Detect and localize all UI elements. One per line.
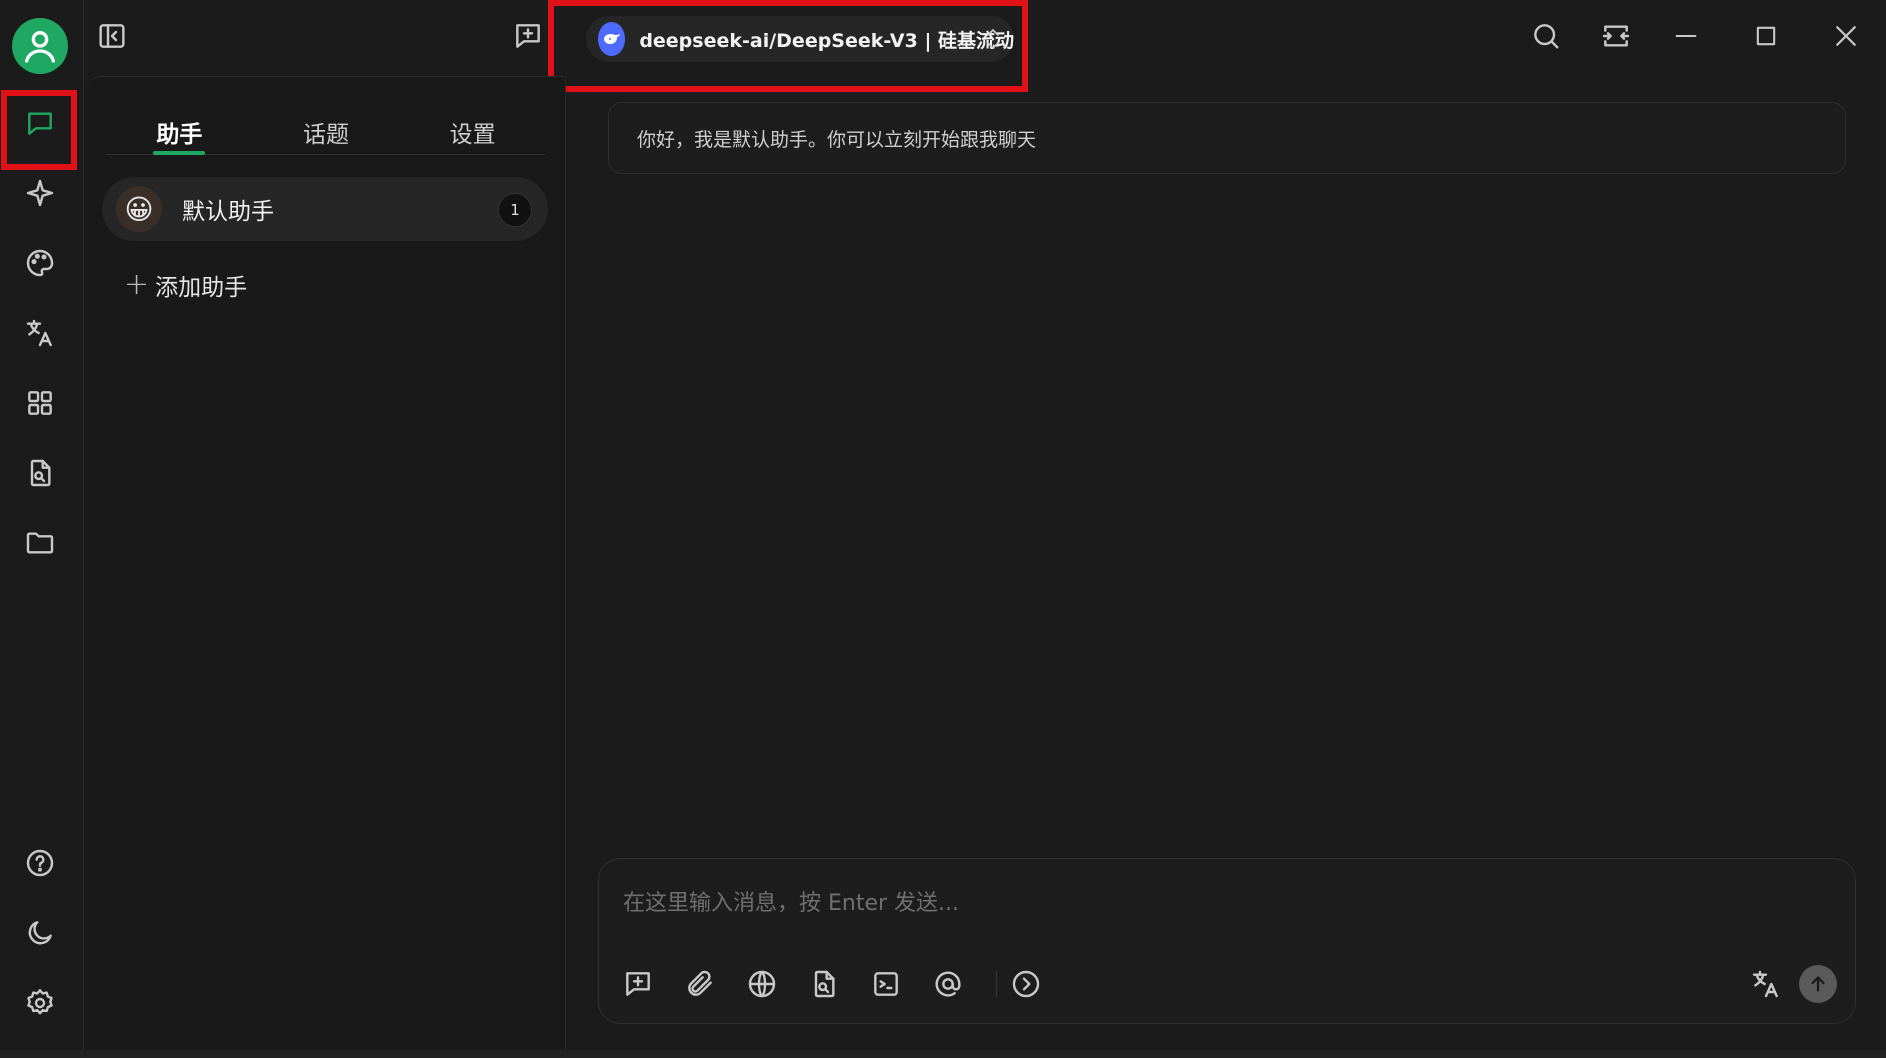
tool-new-topic[interactable]: [621, 967, 655, 1001]
rail-apps[interactable]: [19, 382, 61, 424]
send-button[interactable]: [1799, 965, 1837, 1003]
welcome-message: 你好，我是默认助手。你可以立刻开始跟我聊天: [608, 102, 1846, 174]
translate-icon: [26, 319, 52, 347]
toolbar-divider: [996, 971, 997, 997]
globe-icon: [748, 970, 776, 998]
folder-icon: [26, 532, 54, 554]
icon-rail: [0, 0, 84, 1058]
minimize-button[interactable]: [1668, 18, 1704, 54]
palette-icon: [26, 249, 54, 277]
fit-width-icon: [1602, 25, 1630, 47]
tool-prompt[interactable]: [869, 967, 903, 1001]
moon-icon: [28, 921, 52, 945]
rail-agents[interactable]: [19, 172, 61, 214]
tool-web-search[interactable]: [745, 967, 779, 1001]
at-icon: [935, 971, 961, 997]
panel-tabs: 助手 话题 设置: [106, 95, 546, 155]
paperclip-icon: [688, 970, 712, 996]
rail-settings[interactable]: [19, 982, 61, 1024]
apps-grid-icon: [28, 391, 52, 415]
help-icon: [26, 849, 54, 877]
chevron-up-down-icon: [987, 29, 999, 49]
sidebar-toggle-icon: [99, 24, 125, 48]
tool-translate[interactable]: [1749, 967, 1783, 1001]
tool-expand[interactable]: [1009, 967, 1043, 1001]
minimize-icon: [1675, 34, 1697, 38]
close-icon: [1836, 26, 1856, 46]
rail-files[interactable]: [19, 522, 61, 564]
assistant-topic-count: 1: [498, 193, 532, 227]
search-icon: [1534, 24, 1559, 49]
assistant-panel: 助手 话题 设置 😀 默认助手 1 + 添加助手: [84, 76, 566, 1058]
fit-width-button[interactable]: [1598, 18, 1634, 54]
close-button[interactable]: [1828, 18, 1864, 54]
new-topic-button[interactable]: [512, 20, 544, 52]
file-search-icon: [814, 970, 835, 998]
chevron-right-circle-icon: [1012, 970, 1040, 998]
message-composer: [598, 858, 1856, 1024]
assistant-avatar: 😀: [116, 186, 162, 232]
model-name: deepseek-ai/DeepSeek-V3 | 硅基流动: [639, 29, 1014, 52]
search-button[interactable]: [1528, 18, 1564, 54]
add-assistant-label: 添加助手: [155, 274, 248, 301]
tool-attach[interactable]: [683, 967, 717, 1001]
arrow-up-icon: [1811, 976, 1825, 992]
add-assistant-button[interactable]: + 添加助手: [124, 267, 247, 302]
rail-chat[interactable]: [19, 102, 61, 144]
chat-icon: [28, 112, 52, 135]
message-input[interactable]: [623, 883, 1823, 923]
file-search-icon: [30, 459, 51, 487]
sidebar-toggle-button[interactable]: [96, 20, 128, 52]
assistant-name: 默认助手: [182, 199, 274, 225]
model-selector[interactable]: deepseek-ai/DeepSeek-V3 | 硅基流动: [586, 16, 1014, 62]
tab-settings[interactable]: 设置: [399, 95, 546, 154]
tool-knowledge[interactable]: [807, 967, 841, 1001]
rail-help[interactable]: [19, 842, 61, 884]
user-icon: [25, 31, 55, 63]
plus-icon: +: [124, 267, 150, 302]
user-avatar[interactable]: [12, 18, 68, 74]
tab-topics[interactable]: 话题: [253, 95, 400, 154]
sparkle-icon: [26, 179, 54, 207]
rail-paint[interactable]: [19, 242, 61, 284]
rail-theme[interactable]: [19, 912, 61, 954]
maximize-button[interactable]: [1748, 18, 1784, 54]
translate-icon: [1752, 970, 1778, 998]
terminal-icon: [874, 972, 898, 996]
new-topic-icon: [626, 972, 650, 996]
new-topic-icon: [516, 24, 540, 48]
rail-knowledge[interactable]: [19, 452, 61, 494]
background-window-edge: [0, 1050, 1886, 1058]
deepseek-whale-icon: [598, 22, 626, 56]
maximize-icon: [1756, 26, 1776, 46]
assistant-list-item[interactable]: 😀 默认助手 1: [102, 177, 548, 241]
tab-assistants[interactable]: 助手: [106, 95, 253, 155]
gear-icon: [27, 989, 53, 1015]
tool-mention[interactable]: [931, 967, 965, 1001]
rail-translate[interactable]: [19, 312, 61, 354]
